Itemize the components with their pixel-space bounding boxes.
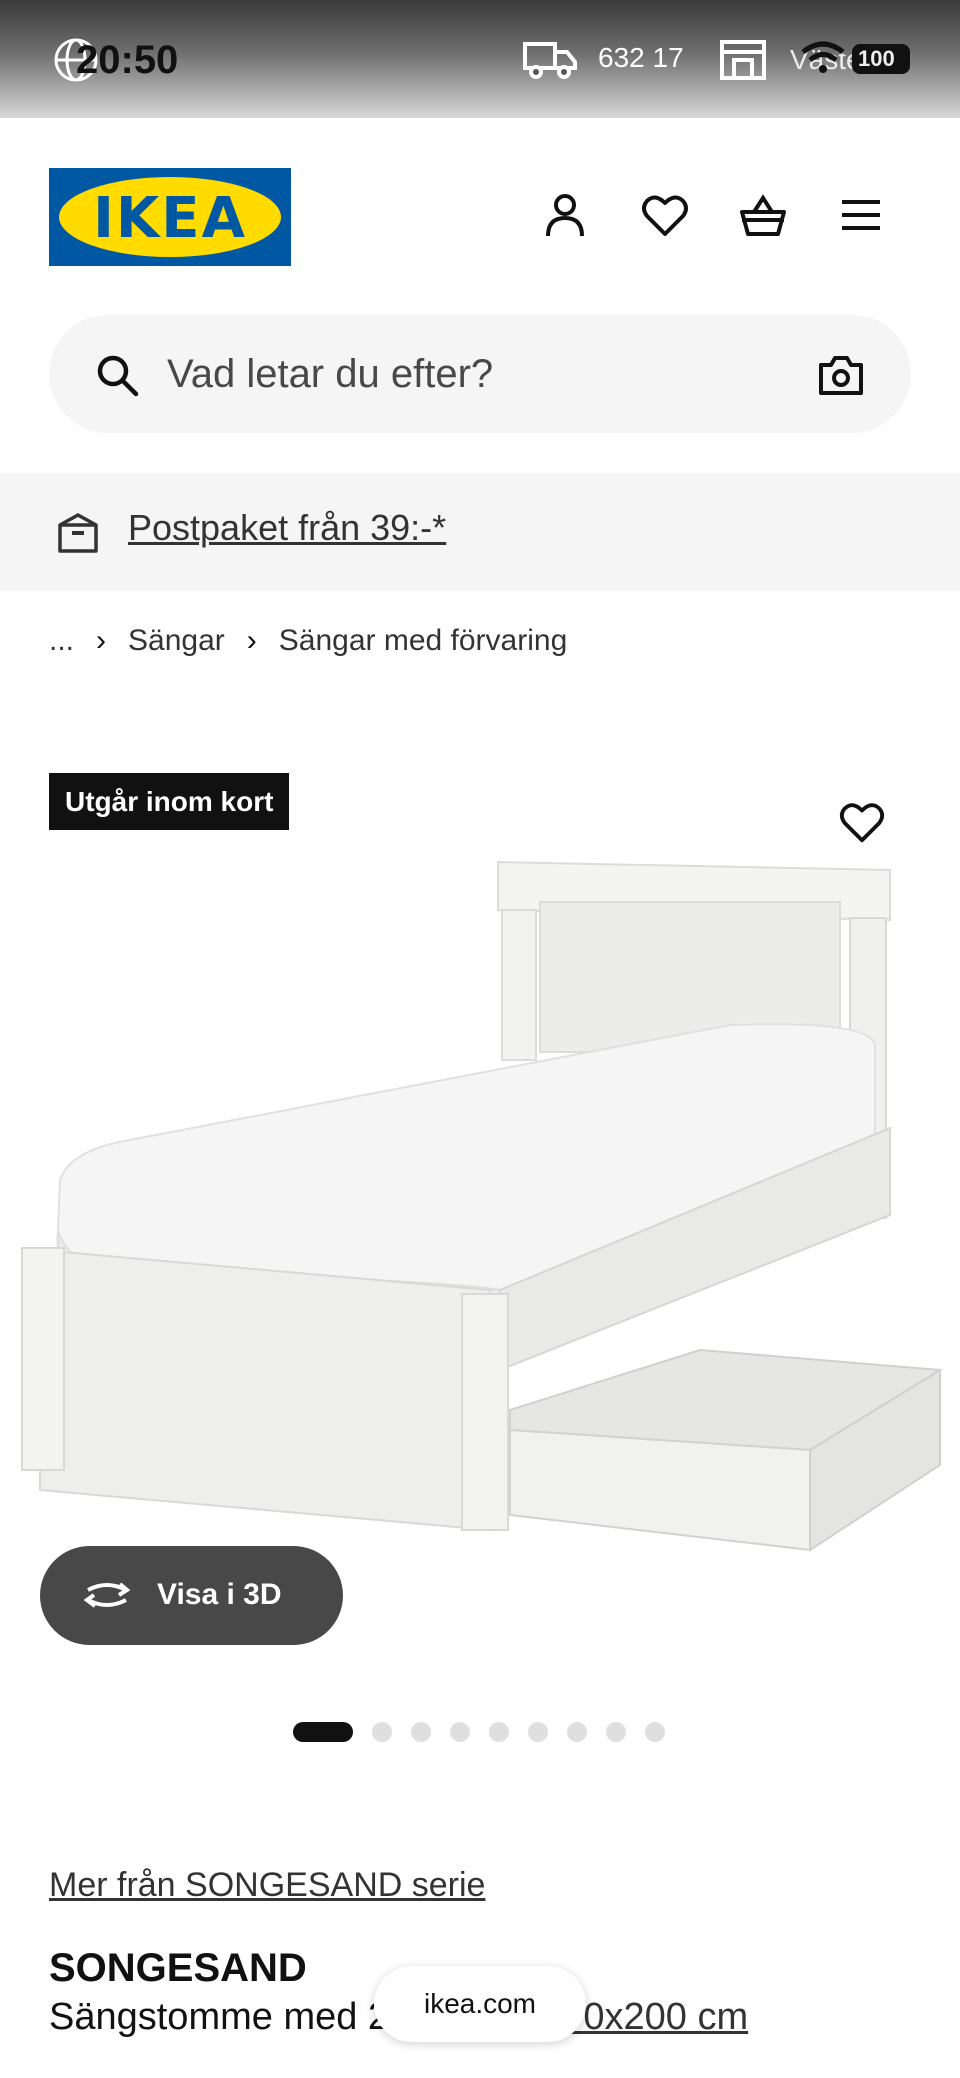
promo-banner: Postpaket från 39:-*: [0, 473, 960, 591]
carousel-dot-active[interactable]: [293, 1722, 353, 1742]
carousel-dot[interactable]: [528, 1722, 548, 1742]
carousel-dot[interactable]: [411, 1722, 431, 1742]
wifi-icon: [801, 41, 845, 73]
browser-url-bar[interactable]: ikea.com: [374, 1966, 586, 2042]
carousel-dot[interactable]: [450, 1722, 470, 1742]
carousel-dot[interactable]: [489, 1722, 509, 1742]
heart-icon[interactable]: [640, 190, 690, 240]
rotate-3d-icon: [83, 1582, 131, 1608]
battery-indicator: 100: [852, 44, 910, 74]
product-name: SONGESAND: [49, 1946, 307, 1990]
camera-search-icon[interactable]: [817, 353, 865, 397]
status-time: 20:50: [76, 38, 179, 82]
carousel-dot[interactable]: [606, 1722, 626, 1742]
postal-code[interactable]: 632 17: [598, 42, 684, 74]
breadcrumb-ellipsis[interactable]: ...: [49, 624, 74, 658]
product-image[interactable]: [10, 850, 950, 1570]
promo-link[interactable]: Postpaket från 39:-*: [128, 507, 446, 549]
shopping-basket-icon[interactable]: [738, 190, 788, 240]
view-in-3d-button[interactable]: Visa i 3D: [40, 1546, 343, 1645]
breadcrumb: ... › Sängar › Sängar med förvaring: [49, 624, 567, 658]
size-link[interactable]: 90x200 cm: [562, 1996, 748, 2038]
menu-icon[interactable]: [836, 190, 886, 240]
delivery-truck-icon: [523, 42, 577, 79]
search-input[interactable]: [167, 343, 727, 405]
breadcrumb-item-beds[interactable]: Sängar: [128, 624, 225, 658]
carousel-dot[interactable]: [645, 1722, 665, 1742]
search-bar[interactable]: [49, 315, 911, 433]
ikea-logo[interactable]: IKEA: [49, 168, 291, 266]
chevron-right-icon: ›: [96, 624, 107, 657]
add-to-favorites-icon[interactable]: [838, 798, 886, 846]
carousel-dot[interactable]: [567, 1722, 587, 1742]
breadcrumb-item-storage-beds[interactable]: Sängar med förvaring: [279, 624, 568, 658]
view-in-3d-label: Visa i 3D: [157, 1578, 282, 1611]
store-icon: [720, 40, 766, 80]
parcel-icon: [58, 513, 98, 553]
search-icon: [97, 355, 139, 397]
status-bar: 20:50 632 17 Västerås 100: [0, 0, 960, 118]
carousel-dot[interactable]: [372, 1722, 392, 1742]
status-badge: Utgår inom kort: [49, 773, 290, 830]
account-icon[interactable]: [540, 190, 590, 240]
series-link[interactable]: Mer från SONGESAND serie: [49, 1866, 485, 1905]
battery-level: 100: [858, 46, 895, 71]
logo-text: IKEA: [93, 186, 247, 251]
image-carousel-indicator[interactable]: [293, 1722, 684, 1742]
chevron-right-icon: ›: [246, 624, 257, 657]
